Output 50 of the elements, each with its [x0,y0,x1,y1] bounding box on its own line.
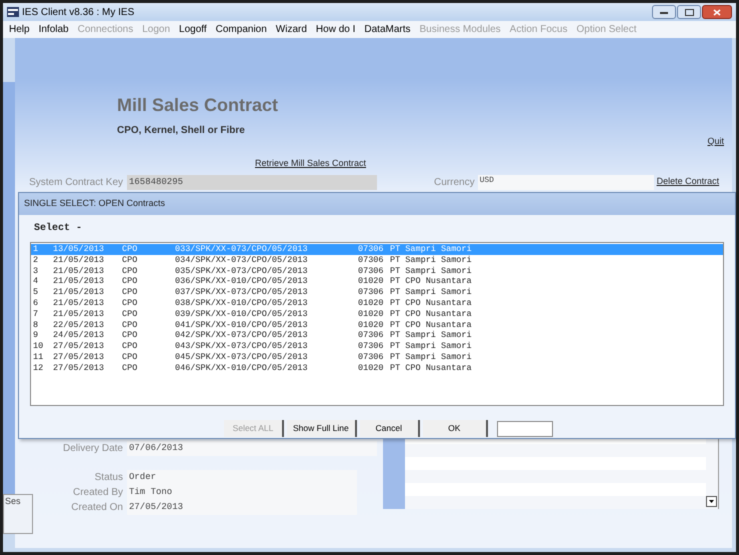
contract-row[interactable]: 3 21/05/2013 CPO 035/SPK/XX-073/CPO/05/2013 07306 PT Sampri Samori [31,266,723,276]
menu-item[interactable]: Infolab [38,22,69,37]
delete-link[interactable]: Delete Contract [656,176,720,187]
dialog-title: SINGLE SELECT: OPEN Contracts [24,197,166,210]
contract-row[interactable]: 7 21/05/2013 CPO 039/SPK/XX-010/CPO/05/2013 01020 PT CPO Nusantara [31,308,723,320]
text-field[interactable]: 1658480295 [127,175,377,190]
quit-link[interactable]: Quit [707,136,724,147]
contract-row[interactable]: 2 21/05/2013 CPO 034/SPK/XX-073/CPO/05/2013 07306 PT Sampri Samori [31,254,723,266]
dialog-button[interactable]: OK [422,420,488,437]
minimize-button[interactable] [652,5,676,19]
maximize-button[interactable] [677,5,701,19]
field-label: Status [94,471,124,485]
contract-row[interactable]: 10 27/05/2013 CPO 043/SPK/XX-073/CPO/05/2013 07306 PT Sampri Samori [31,341,723,352]
maximize-icon [684,8,694,16]
contract-row[interactable]: 6 21/05/2013 CPO 038/SPK/XX-010/CPO/05/2013 01020 PT CPO Nusantara [31,298,723,309]
contract-row[interactable]: 9 24/05/2013 CPO 042/SPK/XX-073/CPO/05/2013 07306 PT Sampri Samori [31,330,723,342]
menu-item[interactable]: Help [9,22,30,37]
field-label: Currency [434,176,475,189]
select-prompt: Select - [34,222,84,236]
contract-row[interactable]: 8 22/05/2013 CPO 041/SPK/XX-010/CPO/05/2013 01020 PT CPO Nusantara [31,320,723,330]
side-tab[interactable]: Ses [3,494,33,534]
app-icon [7,7,19,17]
contract-row[interactable]: 11 27/05/2013 CPO 045/SPK/XX-073/CPO/05/2013 07306 PT Sampri Samori [31,352,723,363]
close-button[interactable] [702,5,732,19]
text-field[interactable]: Order [127,470,357,485]
form-subtitle: CPO, Kernel, Shell or Fibre [117,124,246,138]
text-field[interactable]: USD [478,175,654,190]
text-field[interactable]: 27/05/2013 [127,500,357,515]
menu-item[interactable]: DataMarts [364,22,411,37]
field-label: Delivery Date [62,442,124,456]
menu-item[interactable]: Logoff [179,22,207,37]
text-field[interactable]: Tim Tono [127,485,357,500]
menu-item[interactable]: Wizard [276,22,307,37]
contract-row[interactable]: 5 21/05/2013 CPO 037/SPK/XX-073/CPO/05/2013 07306 PT Sampri Samori [31,287,723,298]
dialog-button[interactable]: Cancel [360,420,420,437]
dialog-button[interactable]: Show Full Line [287,420,357,437]
contract-row[interactable]: 4 21/05/2013 CPO 036/SPK/XX-010/CPO/05/2013 01020 PT CPO Nusantara [31,276,723,288]
field-label: System Contract Key [28,176,124,190]
menu-item[interactable]: Companion [216,22,267,37]
field-label: Created By [72,486,124,500]
minimize-icon [660,10,668,14]
close-icon [713,8,721,16]
retrieve-link[interactable]: Retrieve Mill Sales Contract [255,158,366,168]
input-field[interactable] [496,420,553,436]
menu-item[interactable]: How do I [316,22,356,37]
scroll-down-icon[interactable] [706,496,717,507]
window-title: IES Client v8.36 : My IES [22,6,134,20]
text-field[interactable]: 07/06/2013 [127,441,377,456]
contract-row[interactable]: 12 27/05/2013 CPO 046/SPK/XX-010/CPO/05/2013 01020 PT CPO Nusantara [31,362,723,374]
form-title: Mill Sales Contract [117,94,280,116]
